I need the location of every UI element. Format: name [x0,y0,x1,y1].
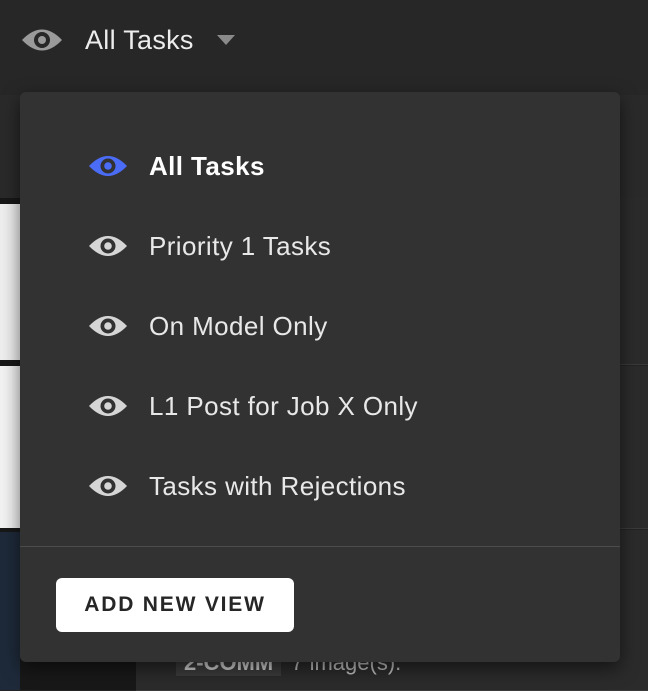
task-thumbnail[interactable] [0,366,20,528]
current-view-title: All Tasks [85,24,194,55]
eye-icon [89,236,127,256]
add-new-view-button[interactable]: ADD NEW VIEW [56,578,294,632]
menu-divider [20,546,620,547]
eye-icon [89,156,127,176]
view-item-label: All Tasks [149,150,265,181]
eye-icon [89,476,127,496]
view-selector[interactable]: All Tasks [20,18,236,62]
eye-icon [22,29,62,51]
view-item-tasks-with-rejections[interactable]: Tasks with Rejections [20,446,620,526]
caret-down-icon[interactable] [216,34,236,46]
eye-icon [89,396,127,416]
view-item-label: L1 Post for Job X Only [149,390,418,421]
view-item-label: On Model Only [149,310,328,341]
top-bar: All Tasks [0,0,648,95]
view-item-on-model-only[interactable]: On Model Only [20,286,620,366]
view-item-l1-post-for-job-x-only[interactable]: L1 Post for Job X Only [20,366,620,446]
view-item-label: Tasks with Rejections [149,470,406,501]
eye-icon [89,316,127,336]
view-item-label: Priority 1 Tasks [149,230,332,261]
view-list: All Tasks Priority 1 Tasks On Model Only [20,126,620,526]
view-item-priority-1-tasks[interactable]: Priority 1 Tasks [20,206,620,286]
view-item-all-tasks[interactable]: All Tasks [20,126,620,206]
task-thumbnail[interactable] [0,204,20,360]
view-dropdown-menu: All Tasks Priority 1 Tasks On Model Only [20,92,620,662]
task-thumbnail[interactable] [0,532,20,690]
